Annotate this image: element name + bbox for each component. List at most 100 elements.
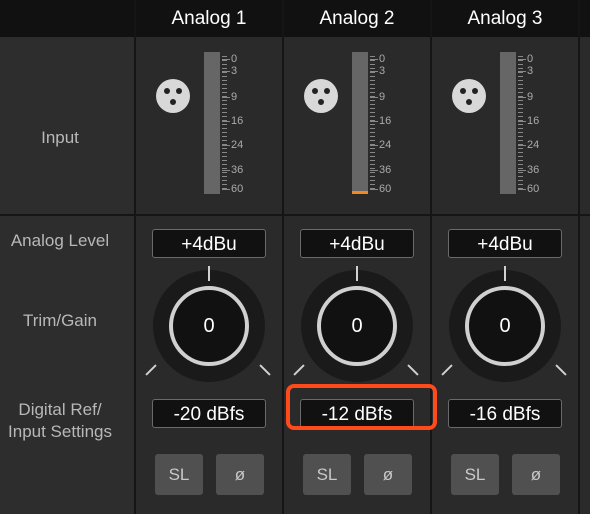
meter-scale-label: 16 <box>379 115 392 127</box>
meter-minor-tick <box>518 188 523 189</box>
digital-ref-button[interactable]: -16 dBfs <box>448 399 562 428</box>
meter-minor-tick <box>222 148 227 149</box>
analog-level-button[interactable]: +4dBu <box>448 229 562 258</box>
meter-scale-tick <box>370 145 378 146</box>
meter-minor-tick <box>222 184 227 185</box>
meter-minor-tick <box>518 168 523 169</box>
meter-scale-label: 0 <box>379 53 386 65</box>
meter-scale-label: 16 <box>527 115 540 127</box>
digital-ref-row-label: Digital Ref/ Input Settings <box>8 400 112 441</box>
meter-minor-tick <box>222 156 227 157</box>
digital-ref-button[interactable]: -20 dBfs <box>152 399 266 428</box>
meter-minor-tick <box>370 136 375 137</box>
meter-scale-tick <box>518 97 526 98</box>
meter-minor-tick <box>222 124 227 125</box>
meter-scale-label: 24 <box>379 139 392 151</box>
meter-minor-tick <box>370 64 375 65</box>
meter-minor-tick <box>370 132 375 133</box>
meter-scale-tick <box>518 145 526 146</box>
meter-minor-tick <box>370 112 375 113</box>
meter-scale-tick <box>370 97 378 98</box>
meter-minor-tick <box>222 56 227 57</box>
meter-scale-tick <box>222 189 230 190</box>
meter-scale-tick <box>222 121 230 122</box>
meter-minor-tick <box>518 128 523 129</box>
channel-strip-analog-1: Analog 1 +4dBu 0 -20 dBfs SL ø 0 3 9 16 24 36… <box>136 0 282 514</box>
trim-gain-value: 0 <box>465 286 545 366</box>
meter-minor-tick <box>222 84 227 85</box>
meter-minor-tick <box>518 104 523 105</box>
meter-minor-tick <box>518 144 523 145</box>
meter-minor-tick <box>222 112 227 113</box>
meter-minor-tick <box>518 96 523 97</box>
meter-minor-tick <box>518 176 523 177</box>
meter-minor-tick <box>222 80 227 81</box>
phase-invert-button[interactable]: ø <box>512 454 560 495</box>
sl-button[interactable]: SL <box>155 454 203 495</box>
meter-minor-tick <box>518 112 523 113</box>
meter-minor-tick <box>370 152 375 153</box>
meter-minor-tick <box>518 172 523 173</box>
meter-scale-label: 60 <box>527 183 540 195</box>
meter-minor-tick <box>222 180 227 181</box>
analog-level-button[interactable]: +4dBu <box>152 229 266 258</box>
meter-minor-tick <box>518 92 523 93</box>
meter-minor-tick <box>518 108 523 109</box>
meter-fill <box>352 191 368 194</box>
phase-invert-button[interactable]: ø <box>364 454 412 495</box>
meter-minor-tick <box>370 120 375 121</box>
meter-minor-tick <box>222 136 227 137</box>
meter-minor-tick <box>370 148 375 149</box>
meter-minor-tick <box>222 88 227 89</box>
knob-range-tick <box>441 364 453 376</box>
meter-minor-tick <box>222 176 227 177</box>
meter-scale-tick <box>222 145 230 146</box>
meter-minor-tick <box>518 180 523 181</box>
xlr-input-icon <box>304 79 338 113</box>
meter-minor-tick <box>370 72 375 73</box>
trim-gain-row-label: Trim/Gain <box>23 311 97 330</box>
meter-minor-tick <box>370 144 375 145</box>
meter-minor-tick <box>222 168 227 169</box>
meter-minor-tick <box>518 100 523 101</box>
meter-scale-label: 3 <box>527 65 534 77</box>
trim-gain-knob[interactable]: 0 <box>301 270 413 382</box>
meter-minor-tick <box>370 88 375 89</box>
meter-scale-tick <box>222 170 230 171</box>
meter-minor-tick <box>370 156 375 157</box>
meter-minor-tick <box>370 96 375 97</box>
meter-minor-tick <box>370 176 375 177</box>
meter-minor-tick <box>518 132 523 133</box>
meter-minor-tick <box>222 128 227 129</box>
sl-button[interactable]: SL <box>451 454 499 495</box>
meter-minor-tick <box>518 88 523 89</box>
knob-range-tick <box>293 364 305 376</box>
meter-minor-tick <box>370 188 375 189</box>
meter-minor-tick <box>370 140 375 141</box>
sl-button[interactable]: SL <box>303 454 351 495</box>
channel-name: Analog 3 <box>467 8 543 29</box>
meter-minor-tick <box>518 164 523 165</box>
meter-minor-tick <box>222 100 227 101</box>
meter-minor-tick <box>370 164 375 165</box>
meter-minor-tick <box>222 172 227 173</box>
meter-minor-tick <box>222 164 227 165</box>
phase-invert-button[interactable]: ø <box>216 454 264 495</box>
channel-name: Analog 1 <box>171 8 247 29</box>
analog-level-button[interactable]: +4dBu <box>300 229 414 258</box>
meter-scale-tick <box>370 170 378 171</box>
meter-scale-label: 36 <box>379 164 392 176</box>
meter-minor-tick <box>222 72 227 73</box>
meter-minor-tick <box>518 152 523 153</box>
meter-scale-label: 0 <box>231 53 238 65</box>
meter-minor-tick <box>518 140 523 141</box>
input-row-label: Input <box>41 128 79 147</box>
meter-minor-tick <box>518 156 523 157</box>
selection-highlight <box>286 384 437 430</box>
meter-minor-tick <box>518 148 523 149</box>
knob-range-tick <box>555 364 567 376</box>
meter-scale-tick <box>222 97 230 98</box>
meter-minor-tick <box>222 96 227 97</box>
trim-gain-knob[interactable]: 0 <box>449 270 561 382</box>
trim-gain-knob[interactable]: 0 <box>153 270 265 382</box>
